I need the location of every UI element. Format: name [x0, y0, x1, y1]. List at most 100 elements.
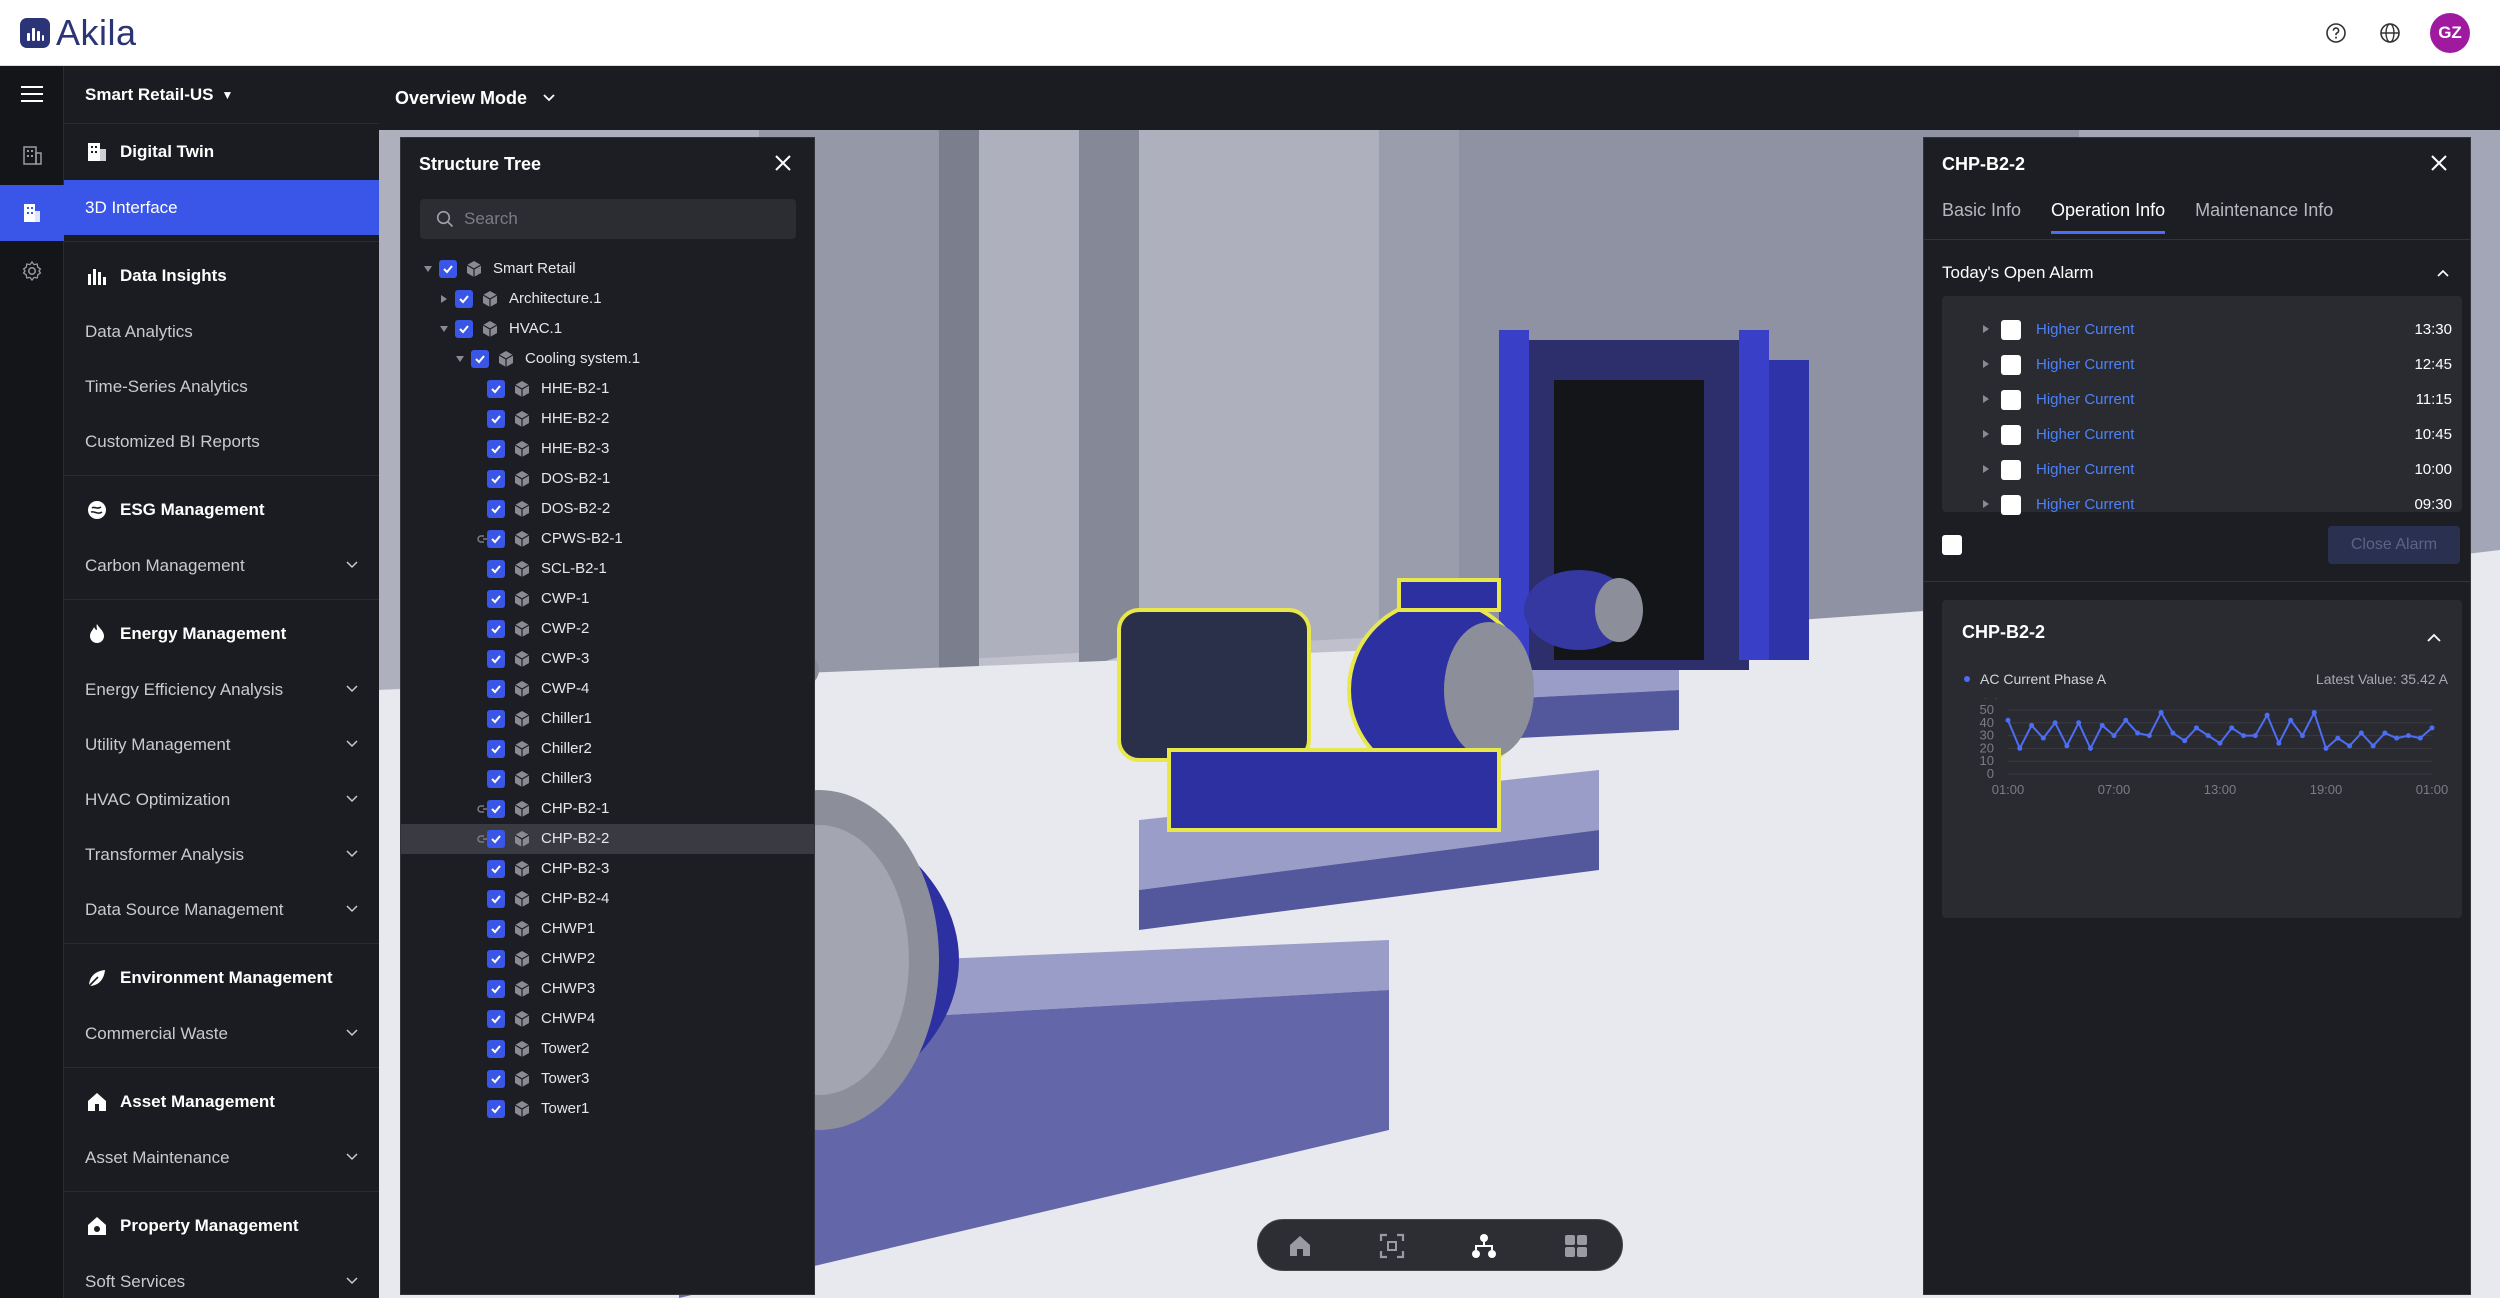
tree-checkbox[interactable]: [487, 740, 505, 758]
help-icon[interactable]: [2320, 17, 2352, 49]
tree-node[interactable]: CWP-4: [401, 674, 814, 704]
alarm-name[interactable]: Higher Current: [2036, 426, 2134, 443]
tree-node[interactable]: Tower1: [401, 1094, 814, 1124]
tree-checkbox[interactable]: [487, 590, 505, 608]
avatar[interactable]: GZ: [2430, 13, 2470, 53]
tree-checkbox[interactable]: [487, 440, 505, 458]
focus-icon[interactable]: [1376, 1230, 1408, 1262]
tree-checkbox[interactable]: [487, 710, 505, 728]
tree-node[interactable]: HHE-B2-2: [401, 404, 814, 434]
tree-node[interactable]: CHWP1: [401, 914, 814, 944]
tree-checkbox[interactable]: [487, 860, 505, 878]
alarm-row[interactable]: Higher Current 10:45: [1942, 417, 2462, 452]
open-alarm-header[interactable]: Today's Open Alarm: [1942, 258, 2454, 288]
alarm-checkbox[interactable]: [2001, 355, 2021, 375]
overview-mode-dropdown[interactable]: Overview Mode: [379, 66, 2500, 130]
nav-utility-management[interactable]: Utility Management: [64, 717, 379, 772]
nav-esg-management[interactable]: ESG Management: [64, 482, 379, 538]
tree-checkbox[interactable]: [487, 620, 505, 638]
tree-node[interactable]: CPWS-B2-1: [401, 524, 814, 554]
alarm-name[interactable]: Higher Current: [2036, 496, 2134, 513]
tree-checkbox[interactable]: [471, 350, 489, 368]
tree-checkbox[interactable]: [487, 680, 505, 698]
tree-checkbox[interactable]: [487, 530, 505, 548]
alarm-checkbox[interactable]: [2001, 495, 2021, 515]
home-icon[interactable]: [1284, 1230, 1316, 1262]
alarm-checkbox[interactable]: [2001, 390, 2021, 410]
tree-node[interactable]: CHP-B2-3: [401, 854, 814, 884]
tree-checkbox[interactable]: [487, 470, 505, 488]
alarm-checkbox[interactable]: [2001, 460, 2021, 480]
caret-down-icon[interactable]: [455, 354, 465, 364]
tree-checkbox[interactable]: [487, 980, 505, 998]
alarm-name[interactable]: Higher Current: [2036, 356, 2134, 373]
menu-icon[interactable]: [0, 66, 64, 122]
caret-right-icon[interactable]: [1982, 394, 1990, 404]
alarm-row[interactable]: Higher Current 10:00: [1942, 452, 2462, 487]
tree-node[interactable]: Tower3: [401, 1064, 814, 1094]
nav-data-insights[interactable]: Data Insights: [64, 248, 379, 304]
nav-commercial-waste[interactable]: Commercial Waste: [64, 1006, 379, 1061]
globe-icon[interactable]: [2374, 17, 2406, 49]
tree-node[interactable]: CHP-B2-4: [401, 884, 814, 914]
tree-checkbox[interactable]: [487, 1010, 505, 1028]
nav-digital-twin[interactable]: Digital Twin: [64, 124, 379, 180]
tree-node[interactable]: Cooling system.1: [401, 344, 814, 374]
tree-node[interactable]: DOS-B2-1: [401, 464, 814, 494]
alarm-name[interactable]: Higher Current: [2036, 461, 2134, 478]
nav-carbon-management[interactable]: Carbon Management: [64, 538, 379, 593]
nav-environment-management[interactable]: Environment Management: [64, 950, 379, 1006]
close-icon[interactable]: [772, 152, 794, 174]
alarm-checkbox[interactable]: [2001, 425, 2021, 445]
akila-logo[interactable]: Akila: [20, 12, 137, 53]
nav-transformer-analysis[interactable]: Transformer Analysis: [64, 827, 379, 882]
tree-node[interactable]: Architecture.1: [401, 284, 814, 314]
alarm-row[interactable]: Higher Current 09:30: [1942, 487, 2462, 522]
tree-node[interactable]: CHWP3: [401, 974, 814, 1004]
tree-checkbox[interactable]: [487, 650, 505, 668]
tree-node[interactable]: Chiller2: [401, 734, 814, 764]
caret-right-icon[interactable]: [1982, 324, 1990, 334]
caret-right-icon[interactable]: [439, 294, 449, 304]
tree-checkbox[interactable]: [487, 770, 505, 788]
tree-node[interactable]: CHWP2: [401, 944, 814, 974]
tree-checkbox[interactable]: [487, 1040, 505, 1058]
nav-energy-management[interactable]: Energy Management: [64, 606, 379, 662]
nav-time-series-analytics[interactable]: Time-Series Analytics: [64, 359, 379, 414]
nav-energy-efficiency-analysis[interactable]: Energy Efficiency Analysis: [64, 662, 379, 717]
tree-node[interactable]: CHP-B2-2: [401, 824, 814, 854]
tree-checkbox[interactable]: [455, 290, 473, 308]
building-rail-icon[interactable]: [0, 127, 64, 183]
tree-node[interactable]: DOS-B2-2: [401, 494, 814, 524]
tree-node[interactable]: CWP-2: [401, 614, 814, 644]
alarm-name[interactable]: Higher Current: [2036, 321, 2134, 338]
alarm-checkbox[interactable]: [2001, 320, 2021, 340]
tab-maintenance-info[interactable]: Maintenance Info: [2195, 200, 2333, 234]
chevron-up-icon[interactable]: [2426, 630, 2442, 646]
nav-hvac-optimization[interactable]: HVAC Optimization: [64, 772, 379, 827]
hierarchy-icon[interactable]: [1468, 1230, 1500, 1262]
close-alarm-button[interactable]: Close Alarm: [2328, 526, 2460, 564]
alarm-row[interactable]: Higher Current 12:45: [1942, 347, 2462, 382]
caret-right-icon[interactable]: [1982, 429, 1990, 439]
tree-node[interactable]: CWP-1: [401, 584, 814, 614]
nav-soft-services[interactable]: Soft Services: [64, 1254, 379, 1298]
tab-basic-info[interactable]: Basic Info: [1942, 200, 2021, 234]
settings-gear-icon[interactable]: [0, 243, 64, 299]
tree-checkbox[interactable]: [487, 410, 505, 428]
tab-operation-info[interactable]: Operation Info: [2051, 200, 2166, 234]
tree-node[interactable]: CHP-B2-1: [401, 794, 814, 824]
select-all-checkbox[interactable]: [1942, 535, 1962, 555]
tree-checkbox[interactable]: [455, 320, 473, 338]
tree-checkbox[interactable]: [487, 800, 505, 818]
tree-node[interactable]: CWP-3: [401, 644, 814, 674]
tree-checkbox[interactable]: [439, 260, 457, 278]
tree-node[interactable]: Smart Retail: [401, 254, 814, 284]
tree-checkbox[interactable]: [487, 950, 505, 968]
tree-checkbox[interactable]: [487, 380, 505, 398]
caret-right-icon[interactable]: [1982, 464, 1990, 474]
nav-data-source-management[interactable]: Data Source Management: [64, 882, 379, 937]
nav-customized-bi-reports[interactable]: Customized BI Reports: [64, 414, 379, 469]
close-icon[interactable]: [2428, 152, 2450, 174]
tree-node[interactable]: Chiller1: [401, 704, 814, 734]
